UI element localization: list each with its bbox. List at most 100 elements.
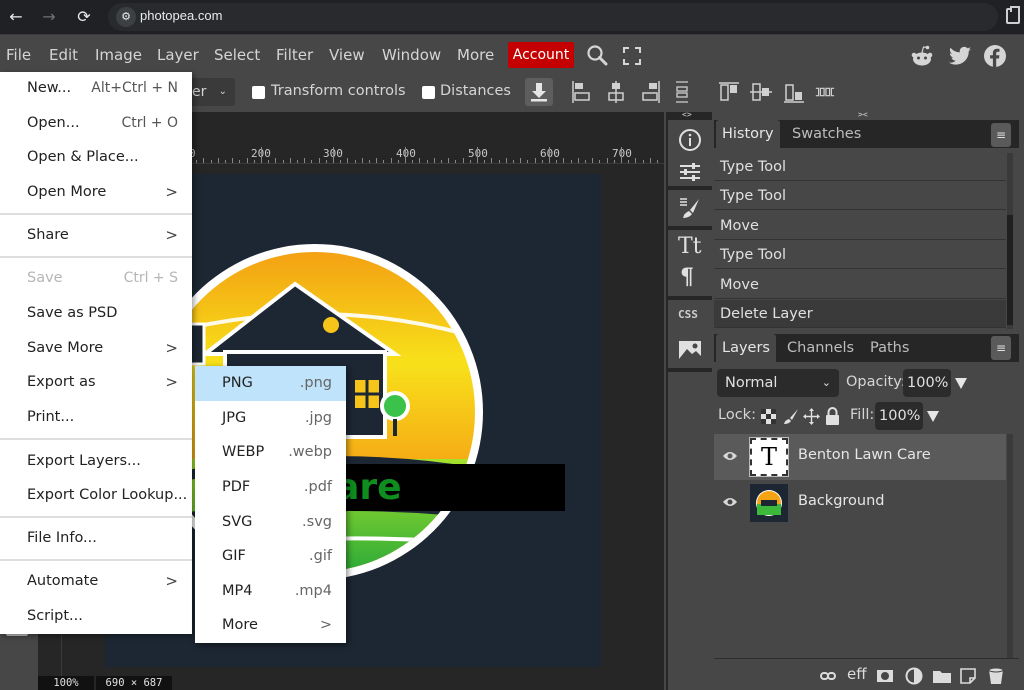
menu-item-export-as[interactable]: Export as >: [0, 366, 192, 400]
info-icon[interactable]: [678, 128, 702, 152]
brush-settings-icon[interactable]: [678, 196, 702, 220]
account-button[interactable]: Account: [508, 42, 574, 68]
align-top-icon[interactable]: [718, 80, 740, 104]
opacity-input[interactable]: 100%: [903, 369, 951, 397]
back-button[interactable]: ←: [5, 6, 27, 28]
history-panel-menu-button[interactable]: ≡: [991, 123, 1011, 147]
character-icon[interactable]: Tt: [678, 234, 702, 259]
menu-window[interactable]: Window: [382, 46, 441, 64]
export-webp[interactable]: WEBP .webp: [195, 435, 346, 470]
distribute-vertical-icon[interactable]: [671, 80, 693, 104]
menu-item-export-color-lookup[interactable]: Export Color Lookup...: [0, 479, 192, 513]
new-layer-icon[interactable]: [959, 667, 977, 685]
download-button[interactable]: [525, 78, 553, 106]
expand-collapse-toggle[interactable]: <>: [682, 110, 692, 119]
menu-select[interactable]: Select: [214, 46, 260, 64]
tab-paths[interactable]: Paths: [864, 334, 915, 362]
history-item[interactable]: Type Tool: [714, 153, 1006, 181]
history-item[interactable]: Type Tool: [714, 241, 1006, 269]
layer-row[interactable]: Background: [714, 480, 1006, 526]
menu-layer[interactable]: Layer: [157, 46, 199, 64]
distances-checkbox[interactable]: [422, 86, 435, 99]
fill-input[interactable]: 100%: [875, 402, 923, 430]
transform-controls-checkbox[interactable]: [252, 86, 265, 99]
fill-dropdown-arrow-icon[interactable]: [927, 411, 939, 422]
history-scrollbar[interactable]: [1007, 153, 1013, 329]
layer-effects-icon[interactable]: eff: [847, 665, 867, 683]
menu-item-file-info[interactable]: File Info...: [0, 522, 192, 556]
export-mp4[interactable]: MP4 .mp4: [195, 574, 346, 609]
menu-view[interactable]: View: [329, 46, 365, 64]
layers-panel-menu-button[interactable]: ≡: [991, 336, 1011, 360]
menu-item-script[interactable]: Script...: [0, 600, 192, 634]
lock-pixels-icon[interactable]: [783, 408, 799, 425]
opacity-dropdown-arrow-icon[interactable]: [955, 378, 967, 389]
export-more[interactable]: More >: [195, 608, 346, 643]
css-icon[interactable]: CSS: [678, 308, 698, 321]
align-center-h-icon[interactable]: [605, 80, 627, 104]
adjustments-icon[interactable]: [678, 162, 702, 182]
menu-item-open-more[interactable]: Open More >: [0, 176, 192, 210]
visibility-eye-icon[interactable]: [722, 450, 738, 462]
menu-item-export-layers[interactable]: Export Layers...: [0, 445, 192, 479]
search-icon[interactable]: [586, 44, 608, 66]
tab-layers[interactable]: Layers: [716, 334, 776, 362]
panel-collapse-toggle[interactable]: ><: [858, 110, 868, 119]
history-scrollbar-thumb[interactable]: [1007, 215, 1013, 325]
reddit-icon[interactable]: [910, 44, 934, 68]
zoom-level[interactable]: 100%: [38, 676, 94, 690]
menu-edit[interactable]: Edit: [49, 46, 78, 64]
menu-item-automate[interactable]: Automate >: [0, 565, 192, 599]
export-png[interactable]: PNG .png: [195, 366, 346, 401]
menu-item-open-place[interactable]: Open & Place...: [0, 141, 192, 175]
menu-item-print[interactable]: Print...: [0, 401, 192, 435]
link-layers-icon[interactable]: [820, 667, 836, 685]
menu-image[interactable]: Image: [95, 46, 142, 64]
menu-item-share[interactable]: Share >: [0, 219, 192, 253]
add-mask-icon[interactable]: [876, 667, 894, 685]
menu-file[interactable]: File: [6, 46, 31, 64]
layer-name[interactable]: Background: [798, 493, 885, 509]
export-pdf[interactable]: PDF .pdf: [195, 470, 346, 505]
visibility-eye-icon[interactable]: [722, 496, 738, 508]
align-right-icon[interactable]: [639, 80, 661, 104]
site-settings-icon[interactable]: ⚙: [116, 7, 136, 27]
tab-swatches[interactable]: Swatches: [786, 120, 867, 148]
export-jpg[interactable]: JPG .jpg: [195, 401, 346, 436]
blend-mode-dropdown[interactable]: Normal ⌄: [717, 369, 839, 397]
export-svg[interactable]: SVG .svg: [195, 505, 346, 540]
align-left-icon[interactable]: [571, 80, 593, 104]
menu-item-save-more[interactable]: Save More >: [0, 332, 192, 366]
reload-button[interactable]: ⟳: [73, 6, 95, 28]
menu-more[interactable]: More: [457, 46, 494, 64]
new-group-icon[interactable]: [932, 667, 952, 685]
tab-channels[interactable]: Channels: [781, 334, 860, 362]
distribute-horizontal-icon[interactable]: [814, 80, 836, 104]
export-gif[interactable]: GIF .gif: [195, 539, 346, 574]
address-bar[interactable]: ⚙ photopea.com: [108, 3, 998, 31]
lock-all-icon[interactable]: [825, 407, 840, 425]
history-item-current[interactable]: Delete Layer: [714, 300, 1006, 328]
forward-button[interactable]: →: [38, 6, 60, 28]
menu-item-open[interactable]: Open... Ctrl + O: [0, 107, 192, 141]
align-middle-v-icon[interactable]: [750, 80, 772, 104]
layer-name[interactable]: Benton Lawn Care: [798, 447, 931, 463]
lock-transparency-icon[interactable]: [761, 409, 776, 424]
url-text[interactable]: photopea.com: [140, 8, 222, 23]
history-item[interactable]: Type Tool: [714, 182, 1006, 210]
paragraph-icon[interactable]: ¶: [680, 264, 694, 290]
menu-item-save-psd[interactable]: Save as PSD: [0, 297, 192, 331]
facebook-icon[interactable]: [983, 44, 1007, 68]
twitter-icon[interactable]: [948, 44, 972, 68]
history-item[interactable]: Move: [714, 212, 1006, 240]
align-bottom-icon[interactable]: [783, 80, 805, 104]
image-icon[interactable]: [678, 340, 702, 360]
menu-item-new[interactable]: New... Alt+Ctrl + N: [0, 72, 192, 106]
menu-filter[interactable]: Filter: [276, 46, 313, 64]
tab-history[interactable]: History: [716, 120, 780, 148]
layers-scrollbar[interactable]: [1007, 434, 1013, 658]
menu-item-save[interactable]: Save Ctrl + S: [0, 262, 192, 296]
adjustment-layer-icon[interactable]: [905, 667, 923, 685]
lock-position-icon[interactable]: [803, 408, 820, 425]
clipboard-icon[interactable]: [1006, 6, 1020, 24]
